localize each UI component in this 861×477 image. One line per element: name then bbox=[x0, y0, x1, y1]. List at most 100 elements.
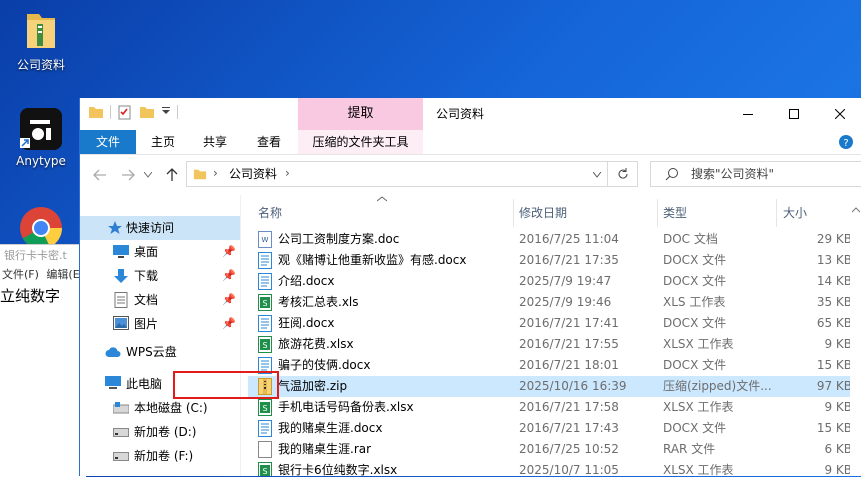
computer-icon bbox=[105, 376, 121, 389]
column-divider[interactable] bbox=[657, 199, 658, 227]
nav-item-quick-access[interactable]: 快速访问 bbox=[80, 216, 240, 240]
file-row[interactable]: S 银行卡6位纯数字.xlsx 2025/10/7 11:05 XLSX 工作表 9 K… bbox=[248, 460, 852, 476]
file-row[interactable]: 介绍.docx 2025/7/9 19:47 DOCX 文件 14 KB bbox=[248, 271, 852, 292]
column-header-size[interactable]: 大小 bbox=[783, 203, 807, 223]
nav-item-label: 快速访问 bbox=[126, 221, 175, 235]
file-size: 65 KB bbox=[816, 316, 852, 330]
nav-item-pictures[interactable]: 图片 📌 bbox=[80, 312, 240, 336]
file-date: 2025/10/16 16:39 bbox=[519, 379, 627, 393]
desktop-icon-anytype[interactable]: Anytype bbox=[1, 108, 81, 168]
nav-item-drive-f[interactable]: 新加卷 (F:) bbox=[80, 444, 240, 468]
nav-item-drive-d[interactable]: 新加卷 (D:) bbox=[80, 420, 240, 444]
help-icon[interactable]: ? bbox=[838, 134, 854, 150]
nav-item-label: 文档 bbox=[134, 293, 159, 307]
file-type: DOCX 文件 bbox=[663, 358, 727, 372]
up-button[interactable] bbox=[162, 165, 182, 185]
file-size: 97 KB bbox=[816, 379, 852, 393]
notepad-menu-file[interactable]: 文件(F) bbox=[2, 268, 39, 281]
folder-icon[interactable] bbox=[88, 104, 104, 120]
file-size: 9 KB bbox=[824, 463, 852, 476]
file-type: DOC 文档 bbox=[663, 232, 718, 246]
file-date: 2016/7/21 17:35 bbox=[519, 253, 619, 267]
vertical-scrollbar[interactable] bbox=[850, 195, 861, 476]
refresh-button[interactable] bbox=[608, 161, 638, 187]
pin-icon: 📌 bbox=[222, 245, 236, 258]
search-icon bbox=[665, 168, 678, 181]
file-row[interactable]: W 公司工资制度方案.doc 2016/7/25 11:04 DOC 文档 29 KB bbox=[248, 229, 852, 250]
file-row[interactable]: S 考核汇总表.xls 2025/7/9 19:46 XLS 工作表 35 KB bbox=[248, 292, 852, 313]
file-row[interactable]: 气温加密.zip 2025/10/16 16:39 压缩(zipped)文件... 9… bbox=[248, 376, 852, 397]
file-date: 2025/7/9 19:47 bbox=[519, 274, 612, 288]
file-date: 2016/7/21 18:01 bbox=[519, 358, 619, 372]
column-header-date[interactable]: 修改日期 bbox=[519, 203, 567, 223]
tab-view[interactable]: 查看 bbox=[244, 130, 294, 154]
file-name: 公司工资制度方案.doc bbox=[278, 232, 400, 246]
docx-file-icon bbox=[258, 315, 272, 332]
drive-icon bbox=[113, 428, 129, 437]
breadcrumb-separator[interactable]: › bbox=[213, 166, 218, 180]
chevron-down-icon[interactable] bbox=[593, 172, 601, 178]
tab-compressed-folder-tools[interactable]: 压缩的文件夹工具 bbox=[298, 130, 423, 154]
file-name: 银行卡6位纯数字.xlsx bbox=[278, 463, 398, 476]
tab-share[interactable]: 共享 bbox=[190, 130, 240, 154]
file-row[interactable]: 我的赌桌生涯.docx 2016/7/21 17:43 DOCX 文件 15 KB bbox=[248, 418, 852, 439]
docx-file-icon bbox=[258, 420, 272, 437]
properties-icon[interactable] bbox=[117, 104, 133, 120]
file-row[interactable]: S 旅游花费.xlsx 2016/7/21 17:55 XLSX 工作表 9 KB bbox=[248, 334, 852, 355]
folder-icon bbox=[193, 169, 207, 180]
file-name: 我的赌桌生涯.rar bbox=[278, 442, 372, 456]
desktop-icon-company-folder[interactable]: 公司资料 bbox=[1, 10, 81, 73]
address-bar[interactable]: › 公司资料 › bbox=[186, 161, 608, 187]
forward-button[interactable] bbox=[118, 165, 138, 185]
recent-locations-button[interactable] bbox=[142, 165, 154, 185]
column-header-type[interactable]: 类型 bbox=[663, 203, 687, 223]
nav-item-downloads[interactable]: 下载 📌 bbox=[80, 264, 240, 288]
file-name: 介绍.docx bbox=[278, 274, 335, 288]
nav-item-documents[interactable]: 文档 📌 bbox=[80, 288, 240, 312]
column-divider[interactable] bbox=[776, 199, 777, 227]
file-row[interactable]: 观《赌博让他重新收监》有感.docx 2016/7/21 17:35 DOCX 文件… bbox=[248, 250, 852, 271]
file-row[interactable]: 我的赌桌生涯.rar 2016/7/25 10:52 RAR 文件 6 KB bbox=[248, 439, 852, 460]
breadcrumb-item[interactable]: 公司资料 bbox=[229, 162, 277, 186]
rar-file-icon bbox=[258, 441, 272, 458]
window-title: 公司资料 bbox=[436, 107, 485, 121]
spreadsheet-file-icon: S bbox=[258, 462, 272, 476]
new-folder-icon[interactable] bbox=[139, 104, 155, 120]
maximize-icon bbox=[789, 109, 799, 119]
minimize-button[interactable] bbox=[725, 98, 771, 130]
svg-text:S: S bbox=[262, 404, 267, 413]
pin-icon: 📌 bbox=[222, 293, 236, 306]
column-header-name[interactable]: 名称 bbox=[258, 203, 282, 223]
context-tab-extract[interactable]: 提取 bbox=[298, 98, 423, 130]
file-size: 29 KB bbox=[816, 232, 852, 246]
breadcrumb-separator[interactable]: › bbox=[285, 166, 290, 180]
maximize-button[interactable] bbox=[771, 98, 817, 130]
notepad-window[interactable]: 银行卡卡密.t 文件(F) 编辑(E) 立纯数字 bbox=[0, 244, 86, 477]
drive-icon bbox=[113, 402, 129, 414]
star-icon bbox=[108, 221, 122, 234]
nav-item-label: 下载 bbox=[134, 269, 159, 283]
spreadsheet-file-icon: S bbox=[258, 336, 272, 353]
file-size: 15 KB bbox=[816, 358, 852, 372]
back-button[interactable] bbox=[90, 165, 110, 185]
file-row[interactable]: S 手机电话号码备份表.xlsx 2016/7/21 17:58 XLSX 工作表 9 … bbox=[248, 397, 852, 418]
file-row[interactable]: 骗子的伎俩.docx 2016/7/21 18:01 DOCX 文件 15 KB bbox=[248, 355, 852, 376]
address-row: › 公司资料 › 搜索"公司资料" bbox=[80, 155, 861, 195]
nav-item-desktop[interactable]: 桌面 📌 bbox=[80, 240, 240, 264]
tab-file[interactable]: 文件 bbox=[80, 130, 136, 154]
document-icon bbox=[114, 292, 128, 308]
nav-item-drive-c[interactable]: 本地磁盘 (C:) bbox=[80, 396, 240, 420]
nav-item-wps-cloud[interactable]: WPS云盘 bbox=[80, 340, 240, 364]
column-divider[interactable] bbox=[513, 199, 514, 227]
nav-item-label: 图片 bbox=[134, 317, 159, 331]
file-row[interactable]: 狂阅.docx 2016/7/21 17:41 DOCX 文件 65 KB bbox=[248, 313, 852, 334]
file-date: 2016/7/21 17:55 bbox=[519, 337, 619, 351]
tab-home[interactable]: 主页 bbox=[138, 130, 188, 154]
cloud-icon bbox=[105, 347, 121, 357]
search-box[interactable]: 搜索"公司资料" bbox=[650, 161, 861, 187]
chevron-down-icon[interactable] bbox=[161, 104, 171, 120]
close-button[interactable] bbox=[817, 98, 861, 130]
notepad-text[interactable]: 立纯数字 bbox=[0, 285, 86, 306]
pane-divider[interactable] bbox=[240, 195, 241, 476]
nav-item-label: 新加卷 (F:) bbox=[134, 449, 194, 463]
